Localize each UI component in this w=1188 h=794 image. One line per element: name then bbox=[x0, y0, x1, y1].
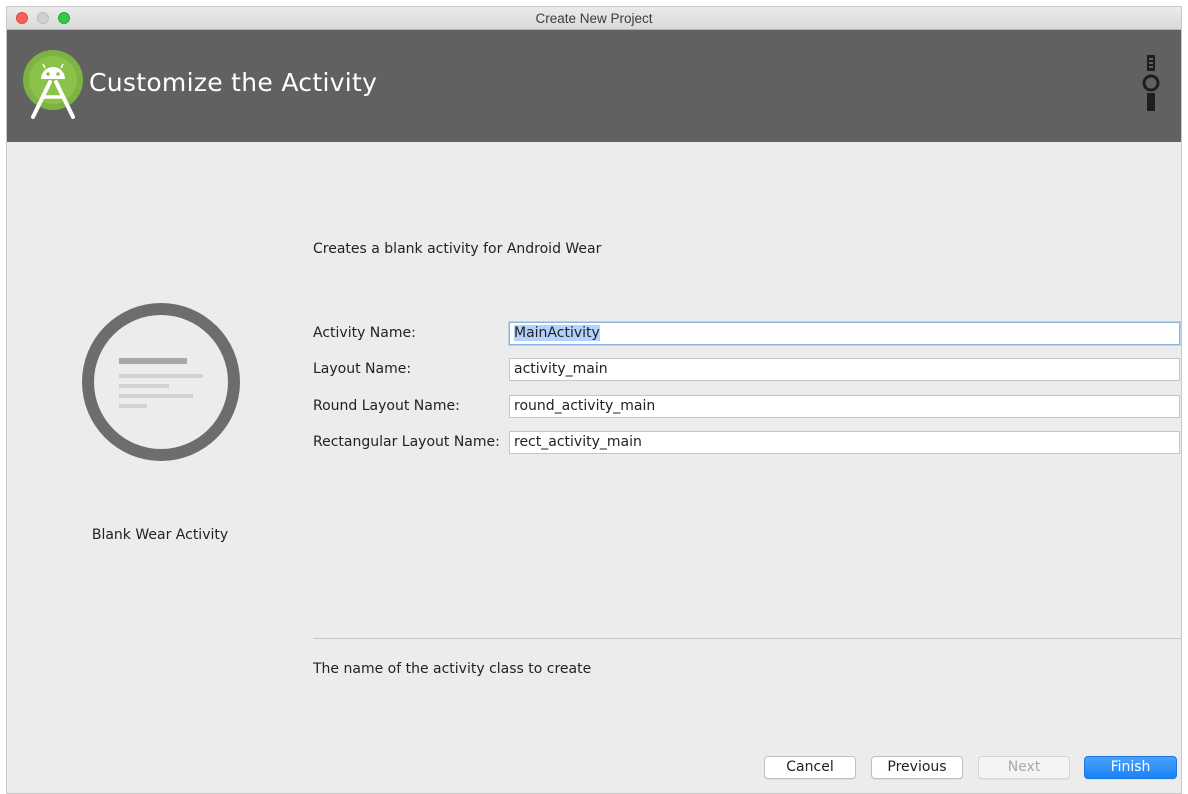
layout-name-value: activity_main bbox=[514, 361, 608, 377]
round-layout-name-label: Round Layout Name: bbox=[313, 398, 460, 414]
template-name: Blank Wear Activity bbox=[91, 527, 229, 543]
layout-name-row: Layout Name: activity_main bbox=[313, 358, 1181, 382]
rect-layout-name-value: rect_activity_main bbox=[514, 434, 642, 450]
next-button[interactable]: Next bbox=[978, 756, 1070, 779]
rect-layout-name-label: Rectangular Layout Name: bbox=[313, 434, 500, 450]
window-title: Create New Project bbox=[535, 11, 653, 26]
help-text: The name of the activity class to create bbox=[313, 661, 592, 677]
cancel-button[interactable]: Cancel bbox=[764, 756, 856, 779]
layout-name-label: Layout Name: bbox=[313, 361, 412, 377]
activity-name-input[interactable]: MainActivity bbox=[509, 322, 1180, 345]
finish-button[interactable]: Finish bbox=[1084, 756, 1177, 779]
round-layout-name-value: round_activity_main bbox=[514, 398, 656, 414]
title-bar: Create New Project bbox=[7, 7, 1181, 30]
template-description: Creates a blank activity for Android Wea… bbox=[313, 241, 602, 257]
wear-round-preview-icon bbox=[82, 303, 240, 461]
activity-name-label: Activity Name: bbox=[313, 325, 416, 341]
page-title: Customize the Activity bbox=[89, 68, 378, 97]
create-new-project-window: Create New Project Customize the Activit… bbox=[6, 6, 1182, 794]
layout-name-input[interactable]: activity_main bbox=[509, 358, 1180, 381]
wizard-header: Customize the Activity bbox=[7, 30, 1181, 142]
android-wear-watch-icon bbox=[1142, 55, 1160, 111]
round-layout-name-row: Round Layout Name: round_activity_main bbox=[313, 395, 1181, 419]
round-layout-name-input[interactable]: round_activity_main bbox=[509, 395, 1180, 418]
rect-layout-name-input[interactable]: rect_activity_main bbox=[509, 431, 1180, 454]
divider bbox=[313, 638, 1181, 639]
activity-name-value: MainActivity bbox=[514, 325, 600, 341]
activity-name-row: Activity Name: MainActivity bbox=[313, 322, 1181, 346]
previous-button[interactable]: Previous bbox=[871, 756, 963, 779]
android-studio-logo-icon bbox=[23, 50, 83, 119]
rect-layout-name-row: Rectangular Layout Name: rect_activity_m… bbox=[313, 431, 1181, 455]
